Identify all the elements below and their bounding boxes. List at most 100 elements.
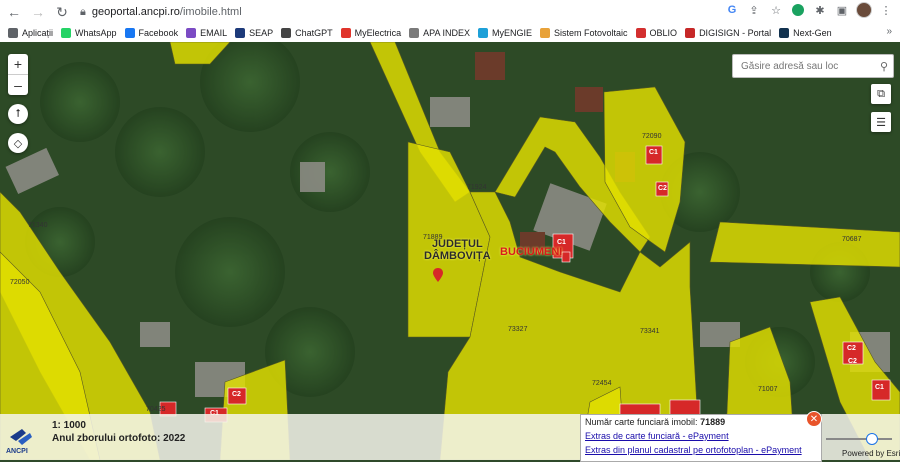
cf-number-value: 71889	[700, 417, 726, 427]
slider-handle[interactable]	[866, 433, 878, 445]
bookmark-label: OBLIO	[649, 28, 678, 38]
extras-plan-link[interactable]: Extras din planul cadastral pe ortofotop…	[585, 445, 802, 455]
map-view[interactable]: 72090 71924 71889 72050 71340 73327 7334…	[0, 42, 900, 460]
bookmark-label: SEAP	[249, 28, 274, 38]
bookmark-icon	[61, 28, 72, 38]
locality-label: BUCIUMENI	[500, 246, 563, 258]
bookmark-label: MyElectrica	[354, 28, 402, 38]
google-icon[interactable]: G	[724, 2, 740, 18]
bookmark-item[interactable]: MyElectrica	[340, 28, 402, 38]
building-stamp: C2	[848, 358, 857, 365]
zoom-out-button[interactable]: –	[8, 74, 28, 95]
cf-number-row: Număr carte funciară imobil: 71889	[581, 415, 821, 429]
parcel-label: 70425	[146, 406, 166, 413]
zoom-in-button[interactable]: +	[8, 54, 28, 74]
bookmark-label: Next-Gen	[793, 28, 832, 38]
bookmark-icon	[8, 28, 18, 38]
building-stamp: C2	[232, 391, 241, 398]
puzzle-icon[interactable]: ✱	[812, 2, 828, 18]
bookmark-label: EMAIL	[200, 28, 228, 38]
bookmark-item[interactable]: Aplicații	[8, 28, 53, 38]
bookmark-item[interactable]: DIGISIGN - Portal	[685, 28, 771, 38]
building-stamp: C2	[847, 345, 856, 352]
bookmark-item[interactable]: Facebook	[124, 28, 179, 38]
search-icon[interactable]: ⚲	[880, 60, 888, 73]
browser-toolbar: ← → ↻ 🔒︎ geoportal.ancpi.ro/imobile.html…	[0, 0, 900, 25]
extras-cf-link[interactable]: Extras de carte funciară - ePayment	[585, 431, 729, 441]
bookmark-item[interactable]: Sistem Fotovoltaic	[540, 28, 628, 38]
address-bar[interactable]: geoportal.ancpi.ro/imobile.html	[92, 6, 242, 18]
cf-number-label: Număr carte funciară imobil:	[585, 417, 698, 427]
county-label-line1: JUDEȚUL	[431, 238, 483, 250]
sidepanel-icon[interactable]: ▣	[834, 2, 850, 18]
parcel-label: 73327	[508, 326, 528, 333]
bookmark-item[interactable]: MyENGIE	[478, 28, 532, 38]
star-icon[interactable]: ☆	[768, 2, 784, 18]
bookmark-item[interactable]: WhatsApp	[61, 28, 117, 38]
map-scale: 1: 1000	[52, 420, 86, 431]
bookmark-icon	[340, 28, 351, 38]
parcel-info-panel: Număr carte funciară imobil: 71889 Extra…	[580, 414, 822, 462]
building-stamp: C1	[649, 149, 658, 156]
bookmarks-overflow-icon[interactable]: »	[886, 26, 892, 37]
bookmark-item[interactable]: EMAIL	[186, 28, 227, 38]
locate-icon[interactable]: ◇	[8, 133, 28, 153]
county-label: JUDEȚUL DÂMBOVIȚA	[424, 238, 491, 262]
parcel-label: 71340	[28, 222, 48, 229]
bookmark-icon	[635, 28, 646, 38]
bookmark-icon	[235, 28, 246, 38]
bookmark-icon	[186, 28, 197, 38]
basemap-gallery-icon[interactable]: ⧉	[871, 84, 891, 104]
transparency-slider[interactable]	[826, 438, 892, 440]
menu-icon[interactable]: ⋮	[878, 2, 894, 18]
back-icon[interactable]: ←	[4, 2, 24, 22]
parcel-label: 73341	[640, 328, 660, 335]
extension-green-icon[interactable]	[790, 2, 806, 18]
parcel-label: 72454	[592, 380, 612, 387]
reload-icon[interactable]: ↻	[52, 2, 72, 22]
parcel-label: 72090	[642, 133, 662, 140]
bookmark-item[interactable]: ChatGPT	[281, 28, 333, 38]
bookmark-label: MyENGIE	[492, 28, 533, 38]
bookmark-icon	[281, 28, 292, 38]
parcel-label: 71924	[467, 184, 487, 191]
building-stamp: C2	[658, 185, 667, 192]
forward-icon[interactable]: →	[28, 2, 48, 22]
building-stamp: C1	[875, 384, 884, 391]
search-input[interactable]	[739, 59, 873, 73]
layer-list-icon[interactable]: ☰	[871, 112, 891, 132]
county-label-line2: DÂMBOVIȚA	[424, 250, 491, 262]
bookmark-label: Facebook	[138, 28, 179, 38]
bookmark-icon	[540, 28, 551, 38]
bookmark-label: Aplicații	[22, 28, 54, 38]
share-icon[interactable]: ⇪	[746, 2, 762, 18]
bookmark-item[interactable]: OBLIO	[635, 28, 678, 38]
parcel-label: 71007	[758, 386, 778, 393]
close-icon[interactable]: ✕	[806, 411, 822, 427]
bookmark-label: WhatsApp	[75, 28, 117, 38]
bookmark-icon	[124, 28, 135, 38]
avatar[interactable]	[856, 2, 872, 18]
bookmark-label: APA INDEX	[423, 28, 470, 38]
bookmark-item[interactable]: Next-Gen	[779, 28, 832, 38]
bookmark-label: Sistem Fotovoltaic	[554, 28, 628, 38]
powered-by: Powered by Esri	[842, 449, 900, 458]
ancpi-logo: ANCPI	[6, 429, 32, 455]
bookmark-icon	[409, 28, 420, 38]
bookmark-icon	[478, 28, 488, 38]
address-search: ⚲	[732, 54, 894, 78]
bookmark-icon	[685, 28, 696, 38]
building-stamp: C1	[557, 239, 566, 246]
parcel-label: 72050	[10, 279, 30, 286]
bookmark-item[interactable]: APA INDEX	[409, 28, 470, 38]
lock-icon: 🔒︎	[80, 5, 86, 18]
zoom-control: + –	[8, 54, 28, 95]
bookmark-icon	[779, 28, 790, 38]
svg-text:ANCPI: ANCPI	[6, 448, 28, 455]
bookmark-label: DIGISIGN - Portal	[699, 28, 772, 38]
bookmark-label: ChatGPT	[295, 28, 333, 38]
compass-icon[interactable]: ⭡	[8, 104, 28, 124]
parcel-label: 70687	[842, 236, 862, 243]
bookmark-item[interactable]: SEAP	[235, 28, 273, 38]
ortho-flight-year: Anul zborului ortofoto: 2022	[52, 433, 186, 444]
